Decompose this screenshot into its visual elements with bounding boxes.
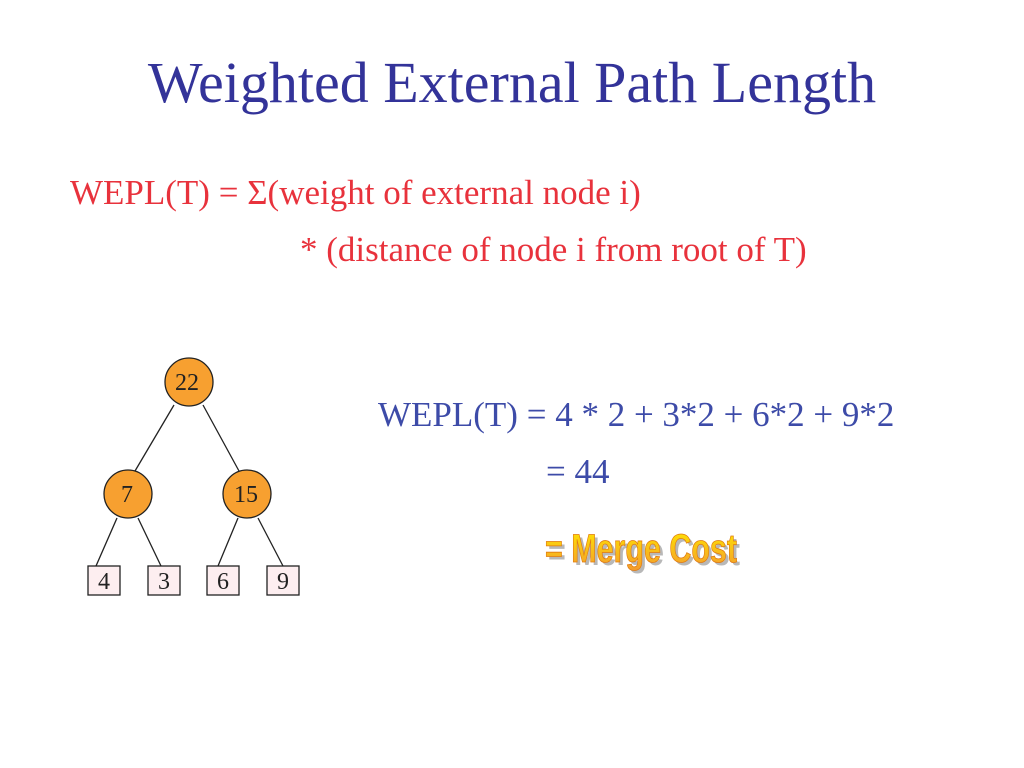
wepl-calculation-line-2: = 44 xyxy=(546,452,610,491)
external-node-leaf-6-label: 6 xyxy=(217,569,229,595)
internal-node-right-label: 15 xyxy=(234,482,258,508)
edge-left-leaf-3 xyxy=(137,517,162,567)
edge-root-left xyxy=(134,404,175,472)
external-node-leaf-4-label: 4 xyxy=(98,569,110,595)
merge-cost-text: = Merge Cost xyxy=(545,527,737,571)
internal-node-root: 22 xyxy=(164,357,214,407)
external-node-leaf-3-label: 3 xyxy=(158,569,170,595)
edge-right-leaf-9 xyxy=(257,517,284,567)
internal-node-root-label: 22 xyxy=(175,370,199,396)
edge-left-leaf-4 xyxy=(95,517,118,567)
internal-node-left: 7 xyxy=(103,469,153,519)
edge-right-leaf-6 xyxy=(217,517,239,567)
external-node-leaf-9: 9 xyxy=(266,565,300,596)
external-node-leaf-4: 4 xyxy=(87,565,121,596)
wepl-calculation-line-1: WEPL(T) = 4 * 2 + 3*2 + 6*2 + 9*2 xyxy=(378,395,895,434)
binary-tree-diagram: 22 7 15 4 3 6 9 xyxy=(87,357,300,596)
external-node-leaf-3: 3 xyxy=(147,565,181,596)
internal-node-left-label: 7 xyxy=(121,482,133,508)
internal-node-right: 15 xyxy=(222,469,272,519)
edge-root-right xyxy=(202,404,240,472)
external-node-leaf-9-label: 9 xyxy=(277,569,289,595)
external-node-leaf-6: 6 xyxy=(206,565,240,596)
merge-cost-callout: = Merge Cost = Merge Cost xyxy=(545,527,740,574)
